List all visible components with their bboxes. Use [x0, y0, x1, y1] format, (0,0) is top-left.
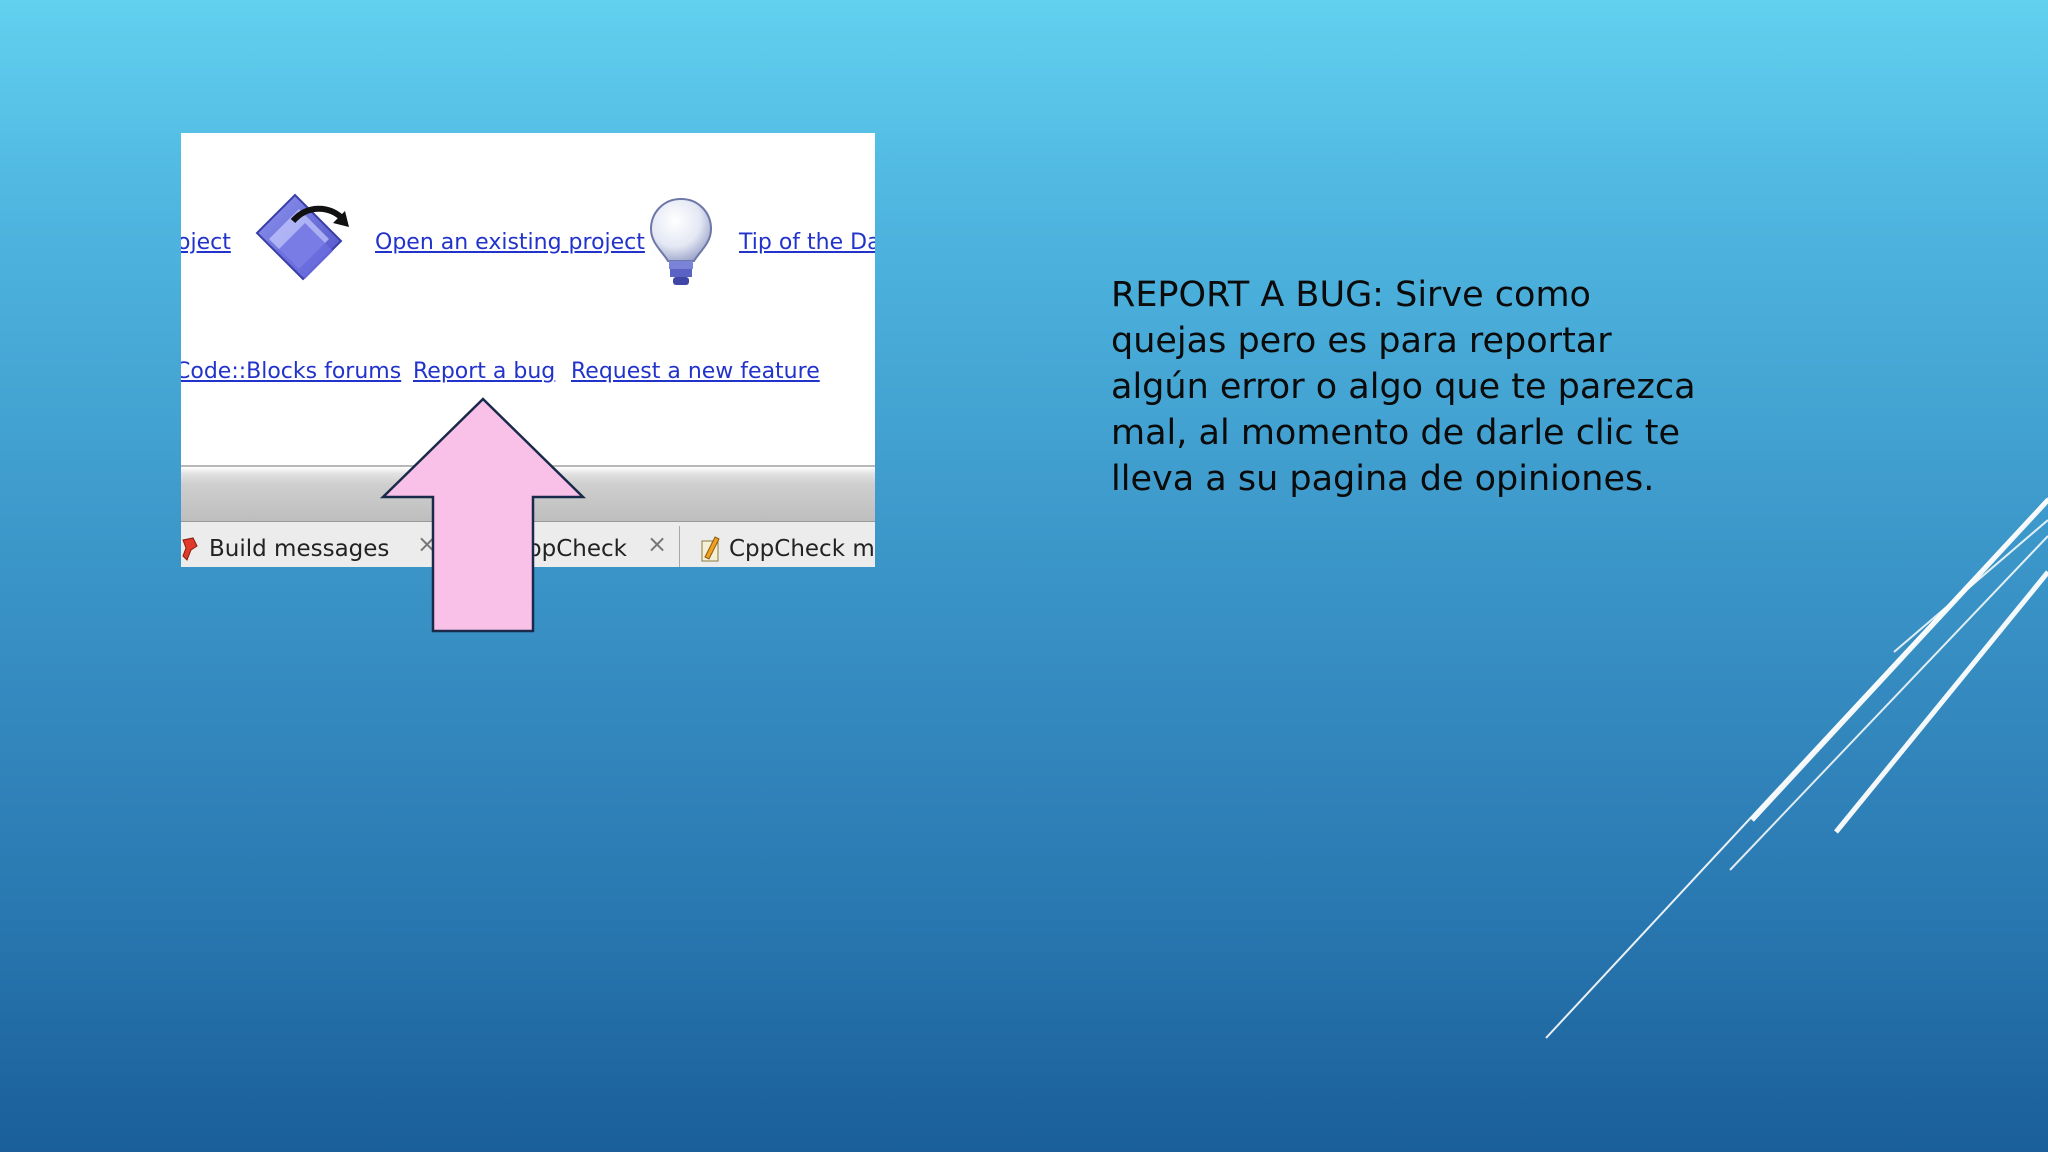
tab-build-messages[interactable]: Build messages	[181, 530, 389, 567]
lightbulb-icon	[649, 197, 713, 285]
slide: oject Open an existing project Tip of th…	[0, 0, 2048, 1152]
link-report-a-bug[interactable]: Report a bug	[413, 361, 555, 383]
link-tip-of-the-day[interactable]: Tip of the Day	[739, 232, 875, 254]
cppcheck-messages-icon	[701, 536, 720, 562]
tab-label: Build messages	[209, 536, 390, 562]
tab-cppcheck-messages[interactable]: CppCheck mes	[699, 530, 875, 567]
link-request-new-feature[interactable]: Request a new feature	[571, 361, 820, 383]
link-open-existing-project[interactable]: Open an existing project	[375, 232, 645, 254]
tab-separator	[443, 526, 444, 567]
close-icon[interactable]: ×	[647, 532, 667, 556]
tab-label: CppCheck mes	[729, 536, 875, 562]
link-codeblocks-forums[interactable]: Code::Blocks forums	[181, 361, 401, 383]
open-project-icon	[255, 193, 349, 281]
embedded-screenshot: oject Open an existing project Tip of th…	[181, 133, 875, 567]
close-icon[interactable]: ×	[417, 532, 437, 556]
tab-label: ppCheck	[527, 536, 627, 562]
logs-tab-bar: Build messages × ppCheck × CppCheck mes	[181, 521, 875, 567]
description-text: REPORT A BUG: Sirve como quejas pero es …	[1111, 275, 1696, 499]
link-new-project[interactable]: oject	[181, 232, 231, 254]
build-messages-icon	[182, 537, 198, 561]
tab-cppcheck[interactable]: ppCheck	[527, 530, 627, 567]
panel-divider[interactable]	[181, 465, 875, 523]
tab-separator	[679, 526, 680, 567]
